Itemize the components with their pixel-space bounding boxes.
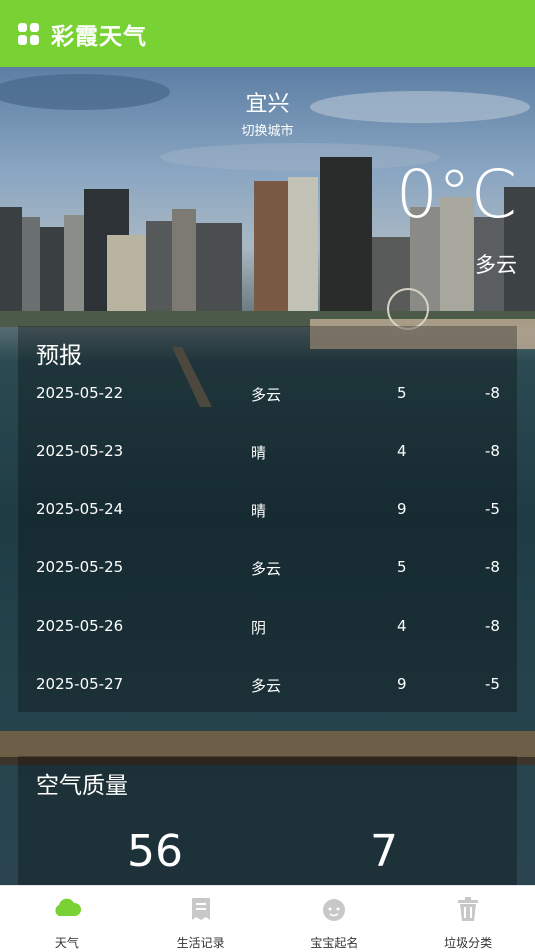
forecast-date: 2025-05-22 bbox=[36, 384, 124, 402]
forecast-high: 4 bbox=[397, 617, 407, 635]
forecast-condition: 晴 bbox=[251, 502, 267, 520]
app-bar: 彩霞天气 bbox=[0, 0, 535, 67]
nav-item-life-records[interactable]: 生活记录 bbox=[134, 886, 268, 952]
nav-label: 垃圾分类 bbox=[444, 936, 493, 950]
forecast-high: 5 bbox=[397, 384, 407, 402]
nav-label: 宝宝起名 bbox=[310, 936, 359, 950]
switch-city-link[interactable]: 切换城市 bbox=[0, 120, 535, 139]
city-name: 宜兴 bbox=[245, 92, 290, 117]
nav-label: 天气 bbox=[54, 936, 79, 950]
nav-item-trash-sorting[interactable]: 垃圾分类 bbox=[401, 886, 535, 952]
forecast-title: 预报 bbox=[36, 343, 82, 369]
forecast-high: 4 bbox=[397, 442, 407, 460]
forecast-high: 9 bbox=[397, 675, 407, 693]
forecast-date: 2025-05-24 bbox=[36, 500, 124, 518]
forecast-low: -5 bbox=[485, 675, 500, 693]
forecast-condition: 多云 bbox=[251, 560, 282, 578]
trash-icon bbox=[458, 897, 479, 921]
forecast-condition: 阴 bbox=[251, 619, 267, 637]
current-temperature: 0°C bbox=[395, 156, 517, 233]
grid-icon[interactable] bbox=[18, 22, 40, 45]
cloud-icon bbox=[55, 898, 81, 916]
forecast-low: -8 bbox=[485, 558, 500, 576]
forecast-row: 2025-05-27 多云 9 -5 bbox=[18, 675, 517, 733]
forecast-panel: 预报 2025-05-22 多云 5 -8 2025-05-23 晴 4 -8 … bbox=[18, 326, 517, 712]
app-title: 彩霞天气 bbox=[51, 23, 147, 50]
baby-icon bbox=[323, 899, 346, 921]
forecast-date: 2025-05-23 bbox=[36, 442, 124, 460]
nav-label: 生活记录 bbox=[176, 936, 225, 950]
city-block: 宜兴 切换城市 bbox=[0, 86, 535, 139]
forecast-row: 2025-05-23 晴 4 -8 bbox=[18, 442, 517, 500]
forecast-row: 2025-05-25 多云 5 -8 bbox=[18, 558, 517, 616]
bottom-nav: 天气 生活记录 宝宝起名 垃圾分类 bbox=[0, 885, 535, 952]
forecast-low: -8 bbox=[485, 617, 500, 635]
pm25-value: 7 bbox=[370, 826, 398, 877]
current-condition: 多云 bbox=[475, 253, 517, 277]
forecast-high: 9 bbox=[397, 500, 407, 518]
nav-item-baby-names[interactable]: 宝宝起名 bbox=[268, 886, 402, 952]
forecast-low: -8 bbox=[485, 384, 500, 402]
forecast-condition: 多云 bbox=[251, 677, 282, 695]
forecast-date: 2025-05-27 bbox=[36, 675, 124, 693]
note-icon bbox=[191, 898, 210, 920]
forecast-row: 2025-05-26 阴 4 -8 bbox=[18, 617, 517, 675]
forecast-date: 2025-05-25 bbox=[36, 558, 124, 576]
forecast-condition: 晴 bbox=[251, 444, 267, 462]
air-quality-panel: 空气质量 56 7 bbox=[18, 756, 517, 885]
forecast-low: -5 bbox=[485, 500, 500, 518]
forecast-row: 2025-05-22 多云 5 -8 bbox=[18, 384, 517, 442]
forecast-low: -8 bbox=[485, 442, 500, 460]
forecast-condition: 多云 bbox=[251, 386, 282, 404]
forecast-row: 2025-05-24 晴 9 -5 bbox=[18, 500, 517, 558]
nav-item-weather[interactable]: 天气 bbox=[0, 886, 134, 952]
air-quality-title: 空气质量 bbox=[36, 773, 128, 799]
aqi-value: 56 bbox=[127, 826, 183, 877]
forecast-high: 5 bbox=[397, 558, 407, 576]
forecast-date: 2025-05-26 bbox=[36, 617, 124, 635]
